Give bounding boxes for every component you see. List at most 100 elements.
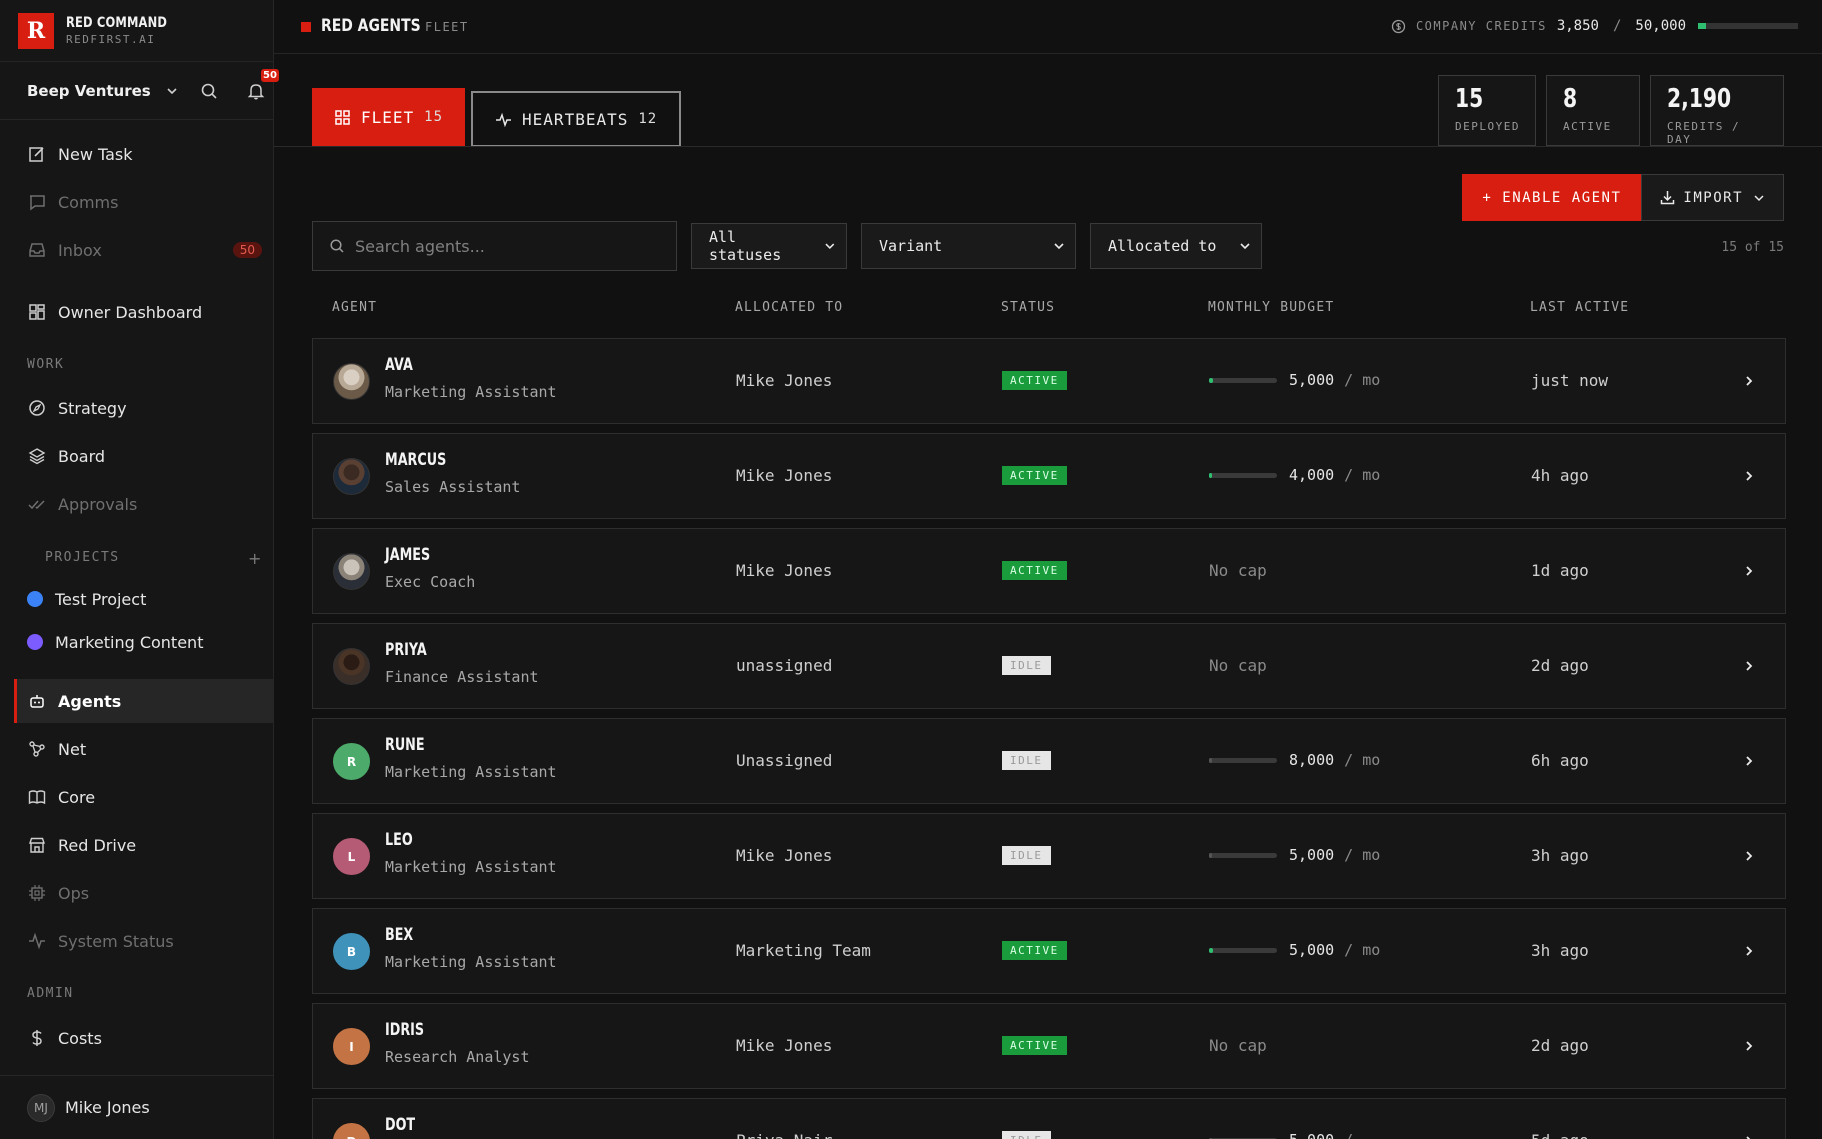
chevron-right-icon[interactable]	[1743, 755, 1755, 767]
tab-heartbeats[interactable]: HEARTBEATS 12	[471, 91, 682, 147]
sidebar-item-owner-dashboard[interactable]: Owner Dashboard	[14, 290, 274, 334]
avatar	[333, 363, 370, 400]
monthly-budget: 8,000 / mo	[1209, 751, 1380, 769]
sidebar-item-net[interactable]: Net	[14, 727, 274, 771]
chevron-right-icon[interactable]	[1743, 1135, 1755, 1139]
sidebar-item-board[interactable]: Board	[14, 434, 274, 478]
page-title: RED AGENTS	[321, 16, 421, 36]
chevron-right-icon[interactable]	[1743, 565, 1755, 577]
sidebar-item-label: Costs	[58, 1028, 102, 1048]
table-row[interactable]: D DOT Priya Nair IDLE 5,000 / 5d ago	[312, 1098, 1786, 1139]
chevron-right-icon[interactable]	[1743, 945, 1755, 957]
sidebar-item-label: Agents	[58, 691, 122, 711]
inbox-badge: 50	[232, 242, 262, 258]
sidebar-item-test-project[interactable]: Test Project	[14, 577, 274, 621]
chevron-right-icon[interactable]	[1743, 660, 1755, 672]
variant-filter-select[interactable]: Variant	[861, 223, 1076, 269]
table-row[interactable]: PRIYA Finance Assistant unassigned IDLE No c…	[312, 623, 1786, 709]
sidebar-item-new-task[interactable]: New Task	[14, 132, 274, 176]
sidebar-item-strategy[interactable]: Strategy	[14, 386, 274, 430]
allocated-to: Priya Nair	[736, 1131, 832, 1139]
table-row[interactable]: B BEX Marketing Assistant Marketing Team ACT…	[312, 908, 1786, 994]
monthly-budget: 5,000 / mo	[1209, 941, 1380, 959]
table-row[interactable]: MARCUS Sales Assistant Mike Jones ACTIVE 4,0…	[312, 433, 1786, 519]
allocated-to: Mike Jones	[736, 846, 833, 865]
chat-icon	[30, 195, 45, 211]
enable-agent-button[interactable]: + ENABLE AGENT	[1462, 174, 1642, 221]
column-header-last-active[interactable]: LAST ACTIVE	[1530, 300, 1629, 315]
chevron-down-icon	[1240, 243, 1250, 250]
sidebar-item-label: Strategy	[58, 398, 127, 418]
agent-name[interactable]: PRIYA	[385, 640, 427, 660]
budget-usage-fill	[1209, 852, 1212, 858]
agent-name[interactable]: JAMES	[385, 545, 430, 565]
top-bar: RED AGENTS FLEET COMPANY CREDITS 3,850 /…	[274, 0, 1822, 54]
tabs-divider	[274, 146, 1822, 147]
chevron-right-icon[interactable]	[1743, 470, 1755, 482]
allocated-filter-select[interactable]: Allocated to	[1090, 223, 1262, 269]
bell-icon[interactable]	[247, 82, 265, 100]
table-row[interactable]: JAMES Exec Coach Mike Jones ACTIVE No cap 1d …	[312, 528, 1786, 614]
column-header-status[interactable]: STATUS	[1001, 300, 1055, 315]
agent-role: Sales Assistant	[385, 478, 521, 496]
column-header-allocated[interactable]: ALLOCATED TO	[735, 300, 843, 315]
chevron-right-icon[interactable]	[1743, 375, 1755, 387]
agent-role: Exec Coach	[385, 573, 476, 591]
stat-deployed: 15 DEPLOYED	[1438, 75, 1536, 146]
agent-name[interactable]: AVA	[385, 355, 413, 375]
agent-role: Marketing Assistant	[385, 383, 557, 401]
search-input[interactable]: Search agents...	[312, 221, 677, 271]
sidebar-item-core[interactable]: Core	[14, 775, 274, 819]
monthly-budget: 5,000 /	[1209, 1131, 1353, 1139]
chevron-right-icon[interactable]	[1743, 850, 1755, 862]
sidebar-item-costs[interactable]: Costs	[14, 1016, 274, 1060]
import-label: IMPORT	[1683, 189, 1743, 206]
table-row[interactable]: I IDRIS Research Analyst Mike Jones ACTIVE No…	[312, 1003, 1786, 1089]
allocated-to: unassigned	[736, 656, 833, 675]
table-row[interactable]: AVA Marketing Assistant Mike Jones ACTIVE 5,…	[312, 338, 1786, 424]
sidebar-item-marketing-content[interactable]: Marketing Content	[14, 620, 274, 664]
sidebar-item-system-status[interactable]: System Status	[14, 919, 274, 963]
section-label-projects: PROJECTS	[45, 550, 120, 565]
tab-fleet[interactable]: FLEET 15	[312, 88, 466, 146]
column-header-budget[interactable]: MONTHLY BUDGET	[1208, 300, 1334, 315]
sidebar-item-approvals[interactable]: Approvals	[14, 482, 274, 526]
sidebar-item-red-drive[interactable]: Red Drive	[14, 823, 274, 867]
sidebar-item-comms[interactable]: Comms	[14, 180, 274, 224]
table-row[interactable]: R RUNE Marketing Assistant Unassigned IDLE 8,…	[312, 718, 1786, 804]
status-badge: IDLE	[1002, 1131, 1051, 1139]
agent-name[interactable]: IDRIS	[385, 1020, 424, 1040]
chevron-down-icon[interactable]	[165, 84, 179, 98]
table-row[interactable]: L LEO Marketing Assistant Mike Jones IDLE 5,0…	[312, 813, 1786, 899]
user-profile[interactable]: MJ Mike Jones	[0, 1075, 274, 1139]
agent-name[interactable]: DOT	[385, 1115, 415, 1135]
avatar	[333, 648, 370, 685]
agent-name[interactable]: RUNE	[385, 735, 425, 755]
agent-name[interactable]: LEO	[385, 830, 413, 850]
stat-label: CREDITS / DAY	[1667, 120, 1741, 146]
budget-usage-bar	[1209, 757, 1277, 763]
status-filter-select[interactable]: All statuses	[691, 223, 847, 269]
agent-role: Research Analyst	[385, 1048, 530, 1066]
import-button[interactable]: IMPORT	[1641, 174, 1784, 221]
sidebar-item-inbox[interactable]: Inbox 50	[14, 228, 274, 272]
sidebar-item-label: System Status	[58, 931, 174, 951]
chevron-right-icon[interactable]	[1743, 1040, 1755, 1052]
budget-usage-fill	[1209, 757, 1212, 763]
monthly-budget: 4,000 / mo	[1209, 466, 1380, 484]
allocated-to: Mike Jones	[736, 371, 833, 390]
column-header-agent[interactable]: AGENT	[332, 300, 377, 315]
sidebar-item-agents[interactable]: Agents	[14, 679, 274, 723]
workspace-switcher[interactable]: Beep Ventures	[27, 82, 151, 100]
budget-usage-fill	[1209, 472, 1213, 478]
search-icon[interactable]	[200, 82, 218, 100]
agent-name[interactable]: BEX	[385, 925, 413, 945]
add-project-button[interactable]: +	[248, 549, 261, 568]
brand-header[interactable]: R RED COMMAND REDFIRST.AI	[0, 0, 273, 62]
double-check-icon	[28, 500, 45, 510]
sidebar-item-ops[interactable]: Ops	[14, 871, 274, 915]
monthly-budget: 5,000 / mo	[1209, 846, 1380, 864]
allocated-to: Unassigned	[736, 751, 833, 770]
agent-name[interactable]: MARCUS	[385, 450, 446, 470]
budget-usage-bar	[1209, 377, 1277, 383]
